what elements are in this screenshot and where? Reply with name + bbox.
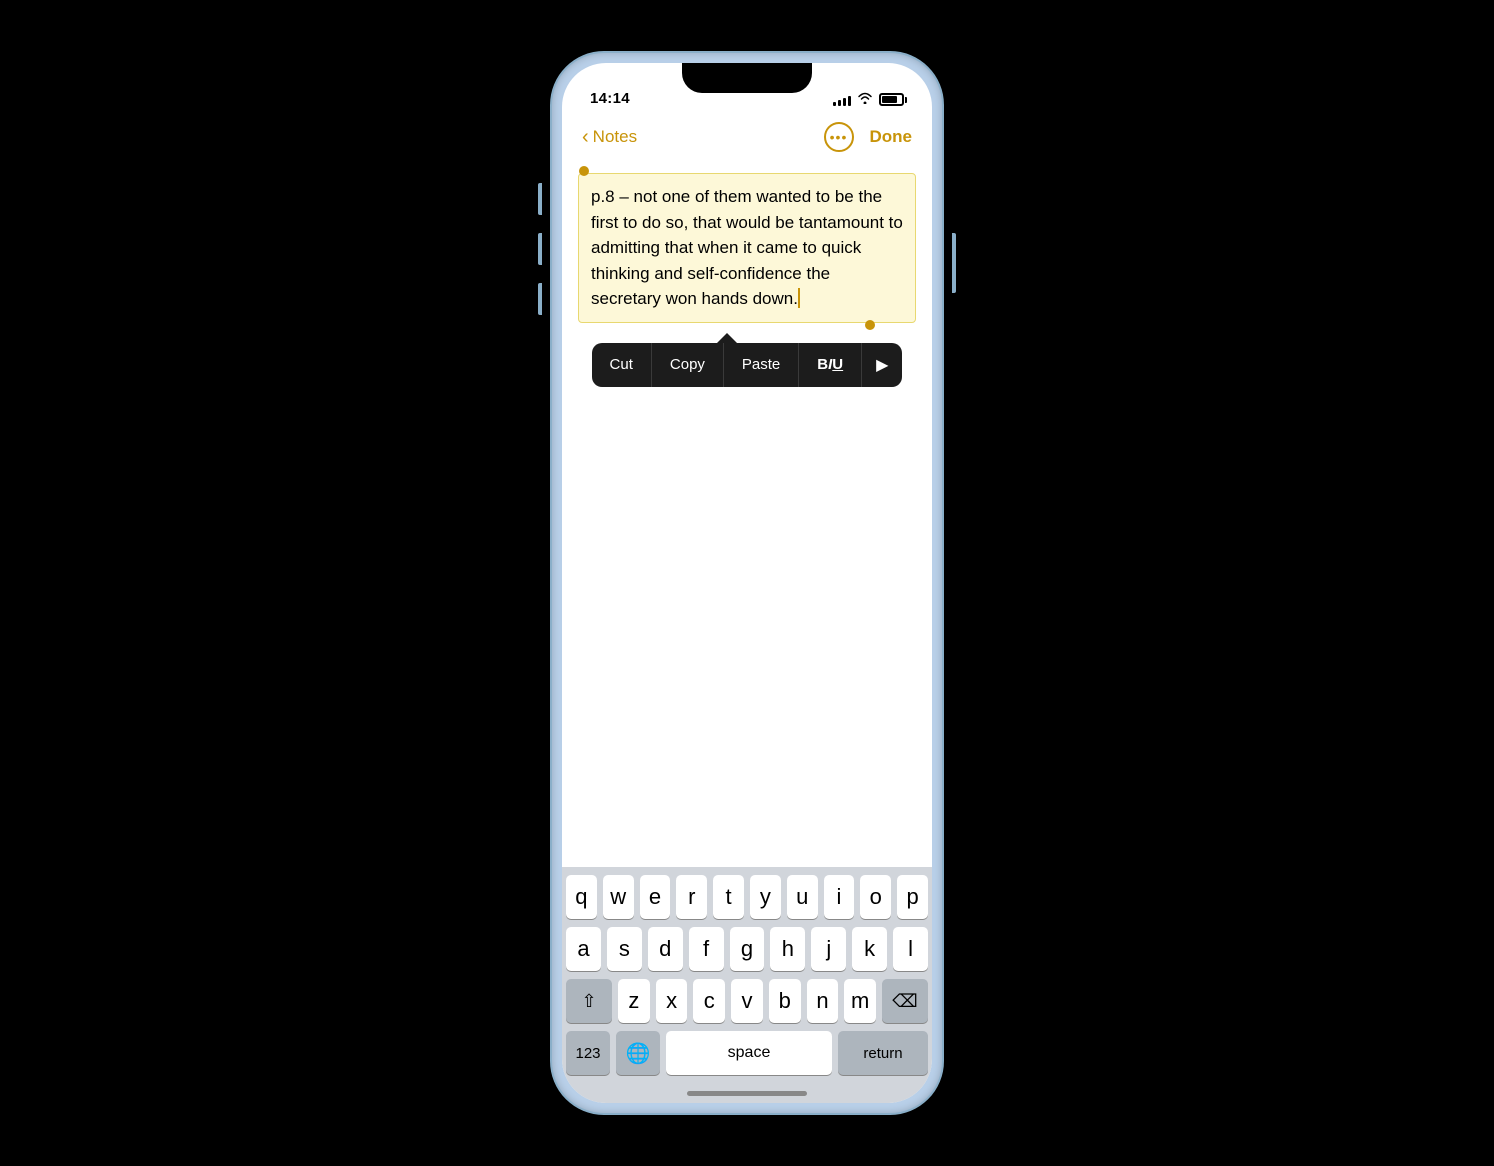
key-l[interactable]: l (893, 927, 928, 971)
key-c[interactable]: c (693, 979, 725, 1023)
wifi-icon (857, 92, 873, 107)
globe-key[interactable]: 🌐 (616, 1031, 660, 1075)
context-menu-arrow (717, 333, 737, 343)
key-v[interactable]: v (731, 979, 763, 1023)
nav-bar: ‹ Notes ••• Done (562, 113, 932, 161)
cut-button[interactable]: Cut (592, 343, 652, 387)
volume-down-button[interactable] (538, 233, 542, 265)
key-a[interactable]: a (566, 927, 601, 971)
key-i[interactable]: i (824, 875, 855, 919)
home-bar (687, 1091, 807, 1096)
key-q[interactable]: q (566, 875, 597, 919)
copy-button[interactable]: Copy (652, 343, 724, 387)
keyboard-row-4: 123 🌐 space return (566, 1031, 928, 1075)
return-label: return (863, 1045, 902, 1062)
status-icons (833, 92, 904, 107)
text-cursor (798, 288, 800, 308)
key-o[interactable]: o (860, 875, 891, 919)
done-button[interactable]: Done (870, 127, 913, 147)
keyboard-row-2: a s d f g h j k l (566, 927, 928, 971)
back-chevron-icon: ‹ (582, 127, 589, 147)
home-indicator (562, 1083, 932, 1103)
space-key[interactable]: space (666, 1031, 832, 1075)
power-button[interactable] (952, 233, 956, 293)
notch (682, 63, 812, 93)
note-content: p.8 – not one of them wanted to be the f… (562, 161, 932, 335)
space-label: space (728, 1044, 771, 1062)
key-s[interactable]: s (607, 927, 642, 971)
key-t[interactable]: t (713, 875, 744, 919)
shift-key[interactable]: ⇧ (566, 979, 612, 1023)
return-key[interactable]: return (838, 1031, 928, 1075)
volume-up-button[interactable] (538, 183, 542, 215)
key-z[interactable]: z (618, 979, 650, 1023)
key-p[interactable]: p (897, 875, 928, 919)
selected-text-block[interactable]: p.8 – not one of them wanted to be the f… (578, 173, 916, 323)
key-r[interactable]: r (676, 875, 707, 919)
note-text[interactable]: p.8 – not one of them wanted to be the f… (591, 184, 903, 312)
content-area: p.8 – not one of them wanted to be the f… (562, 161, 932, 1103)
key-d[interactable]: d (648, 927, 683, 971)
key-y[interactable]: y (750, 875, 781, 919)
key-j[interactable]: j (811, 927, 846, 971)
back-label: Notes (593, 127, 637, 147)
key-n[interactable]: n (807, 979, 839, 1023)
key-w[interactable]: w (603, 875, 634, 919)
selection-handle-bottom (865, 320, 875, 330)
key-k[interactable]: k (852, 927, 887, 971)
more-button[interactable]: ••• (824, 122, 854, 152)
delete-key[interactable]: ⌫ (882, 979, 928, 1023)
paste-button[interactable]: Paste (724, 343, 799, 387)
more-formatting-button[interactable]: ▶ (862, 343, 902, 387)
biu-button[interactable]: BIU (799, 343, 862, 387)
selection-handle-top (579, 166, 589, 176)
key-e[interactable]: e (640, 875, 671, 919)
status-time: 14:14 (590, 90, 630, 107)
key-m[interactable]: m (844, 979, 876, 1023)
battery-icon (879, 93, 904, 106)
key-h[interactable]: h (770, 927, 805, 971)
empty-space (562, 387, 932, 868)
right-arrow-icon: ▶ (876, 355, 888, 375)
key-u[interactable]: u (787, 875, 818, 919)
phone-screen: 14:14 (562, 63, 932, 1103)
context-menu: Cut Copy Paste BIU ▶ (592, 343, 903, 387)
silent-switch[interactable] (538, 283, 542, 315)
keyboard: q w e r t y u i o p a s d f g (562, 867, 932, 1083)
back-button[interactable]: ‹ Notes (582, 127, 637, 147)
more-dots-icon: ••• (830, 130, 848, 144)
key-x[interactable]: x (656, 979, 688, 1023)
key-g[interactable]: g (730, 927, 765, 971)
signal-icon (833, 94, 851, 106)
battery-fill (882, 96, 897, 103)
nav-right-buttons: ••• Done (824, 122, 913, 152)
numbers-key[interactable]: 123 (566, 1031, 610, 1075)
context-menu-wrapper: Cut Copy Paste BIU ▶ (562, 343, 932, 387)
key-f[interactable]: f (689, 927, 724, 971)
keyboard-row-1: q w e r t y u i o p (566, 875, 928, 919)
key-b[interactable]: b (769, 979, 801, 1023)
phone-frame: 14:14 (552, 53, 942, 1113)
keyboard-row-3: ⇧ z x c v b n m ⌫ (566, 979, 928, 1023)
